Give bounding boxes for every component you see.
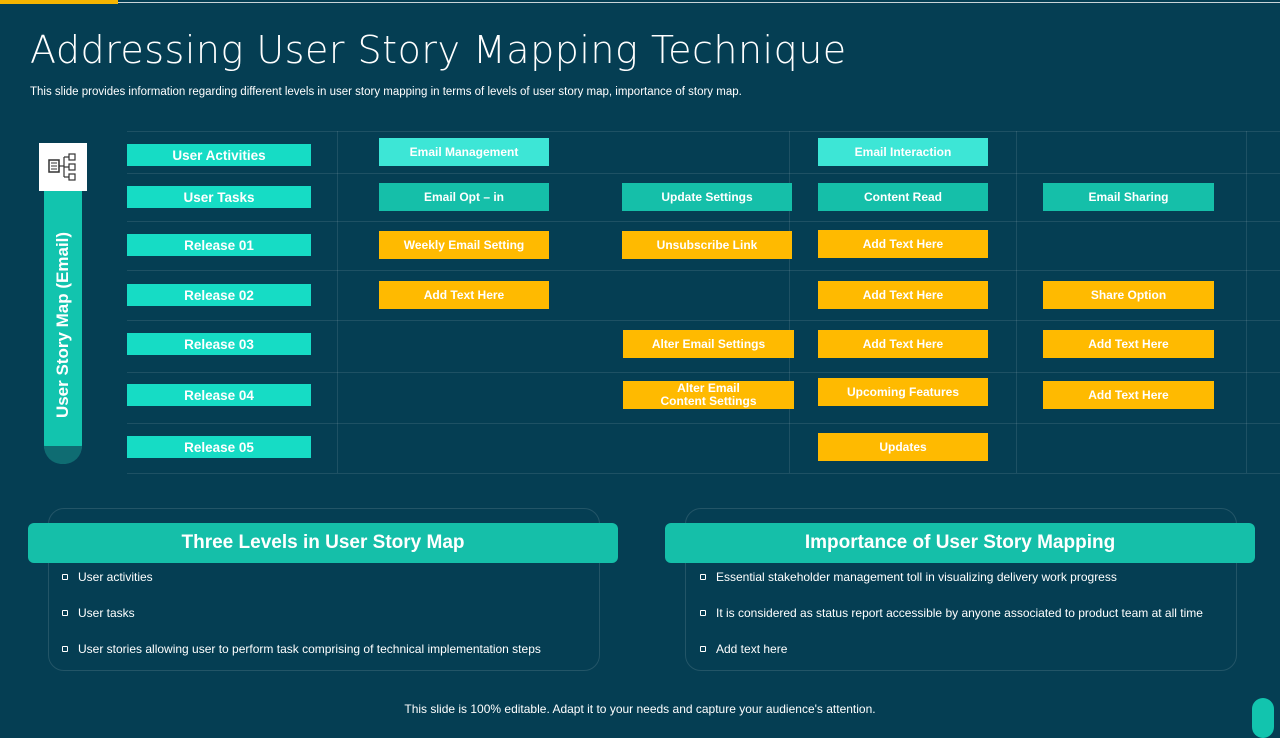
corner-decoration <box>1252 698 1274 738</box>
page-subtitle: This slide provides information regardin… <box>30 86 742 98</box>
row-label-release-03: Release 03 <box>127 333 311 355</box>
story-card: Add Text Here <box>1043 330 1214 358</box>
grid-line <box>127 423 1280 424</box>
bullet-icon <box>700 610 706 616</box>
grid-line <box>127 320 1280 321</box>
bullet-icon <box>62 574 68 580</box>
levels-list-item: User stories allowing user to perform ta… <box>62 642 541 656</box>
story-card: Weekly Email Setting <box>379 231 549 259</box>
activity-card: Email Management <box>379 138 549 166</box>
story-card: Add Text Here <box>379 281 549 309</box>
story-card: Add Text Here <box>818 330 988 358</box>
bullet-icon <box>700 646 706 652</box>
grid-line <box>127 473 1280 474</box>
grid-line <box>127 221 1280 222</box>
bullet-icon <box>700 574 706 580</box>
story-card: Add Text Here <box>1043 381 1214 409</box>
story-card: Upcoming Features <box>818 378 988 406</box>
levels-list-item: User tasks <box>62 606 135 620</box>
story-card: Add Text Here <box>818 230 988 258</box>
grid-line <box>1246 131 1247 473</box>
grid-line <box>127 270 1280 271</box>
grid-line <box>127 372 1280 373</box>
row-label-user-tasks: User Tasks <box>127 186 311 208</box>
task-card: Content Read <box>818 183 988 211</box>
grid-line <box>127 173 1280 174</box>
story-card: Updates <box>818 433 988 461</box>
grid-line <box>337 131 338 473</box>
row-label-release-04: Release 04 <box>127 384 311 406</box>
bullet-icon <box>62 646 68 652</box>
task-card: Email Sharing <box>1043 183 1214 211</box>
side-label-pill-shadow <box>44 446 82 464</box>
activity-card: Email Interaction <box>818 138 988 166</box>
row-label-release-01: Release 01 <box>127 234 311 256</box>
row-label-user-activities: User Activities <box>127 144 311 166</box>
bullet-icon <box>62 610 68 616</box>
page-title: Addressing User Story Mapping Technique <box>30 28 847 72</box>
story-card: Alter Email Content Settings <box>623 381 794 409</box>
importance-panel-header: Importance of User Story Mapping <box>665 523 1255 563</box>
footer-note: This slide is 100% editable. Adapt it to… <box>404 702 876 716</box>
importance-list-item: Essential stakeholder management toll in… <box>700 570 1117 584</box>
story-card: Unsubscribe Link <box>622 231 792 259</box>
story-card: Alter Email Settings <box>623 330 794 358</box>
task-card: Email Opt – in <box>379 183 549 211</box>
story-card: Add Text Here <box>818 281 988 309</box>
row-label-release-02: Release 02 <box>127 284 311 306</box>
top-divider <box>118 2 1280 3</box>
row-label-release-05: Release 05 <box>127 436 311 458</box>
grid-line <box>127 131 1280 132</box>
levels-panel-header: Three Levels in User Story Map <box>28 523 618 563</box>
story-map-icon <box>39 143 87 191</box>
importance-list-item: It is considered as status report access… <box>700 606 1203 620</box>
story-card: Share Option <box>1043 281 1214 309</box>
accent-bar <box>0 0 118 4</box>
grid-line <box>1016 131 1017 473</box>
importance-list-item: Add text here <box>700 642 787 656</box>
side-label-text: User Story Map (Email) <box>53 231 72 419</box>
levels-list-item: User activities <box>62 570 153 584</box>
task-card: Update Settings <box>622 183 792 211</box>
